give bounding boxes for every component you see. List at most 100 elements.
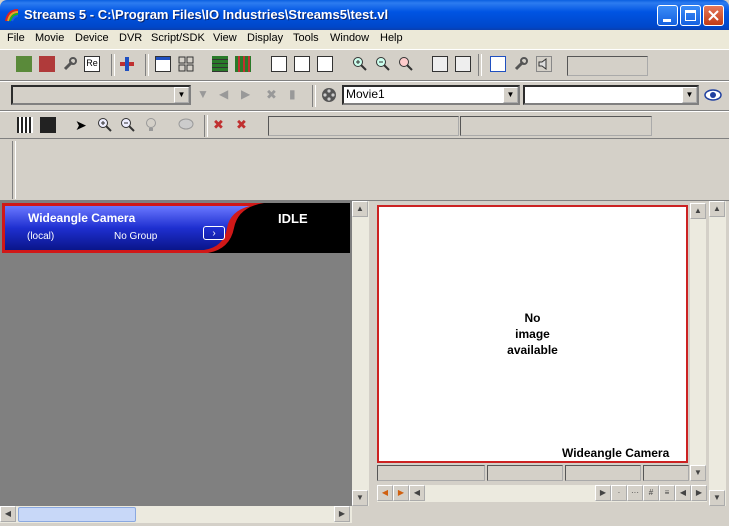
maximize-button[interactable] bbox=[680, 5, 701, 26]
scroll-up-icon[interactable]: ▲ bbox=[690, 203, 706, 219]
status-field-3 bbox=[377, 465, 485, 481]
menu-tools[interactable]: Tools bbox=[293, 32, 319, 44]
left-horizontal-scrollbar[interactable]: ◀ ▶ bbox=[0, 506, 352, 523]
camera-location: (local) bbox=[27, 231, 55, 242]
eye-icon[interactable] bbox=[704, 87, 722, 103]
minimize-icon bbox=[663, 19, 671, 22]
rainbow-app-icon[interactable] bbox=[4, 7, 20, 23]
zoom-out-tool-icon[interactable] bbox=[120, 117, 136, 133]
right-vertical-scrollbar[interactable]: ▲ ▼ bbox=[709, 201, 726, 506]
status-field-2 bbox=[460, 116, 652, 136]
play-icon[interactable]: ▶ bbox=[393, 485, 409, 501]
list-icon[interactable]: ≡ bbox=[659, 485, 675, 501]
view-toolbar: ➤ ✖ ✖ bbox=[0, 111, 729, 139]
camera-name: Wideangle Camera bbox=[28, 211, 136, 225]
menu-view[interactable]: View bbox=[213, 32, 237, 44]
trash-icon[interactable]: ▮ bbox=[289, 87, 305, 103]
movie-toolbar: ▼ ▼ ◀ ▶ ✖ ▮ Movie1 ▼ ▼ bbox=[0, 81, 729, 111]
window-title: Streams 5 - C:\Program Files\IO Industri… bbox=[24, 7, 389, 22]
list-red-icon[interactable] bbox=[235, 56, 251, 72]
scroll-down-icon[interactable]: ▼ bbox=[709, 490, 725, 506]
scroll-down-icon[interactable]: ▼ bbox=[690, 465, 706, 481]
re-button[interactable]: Re bbox=[84, 56, 100, 72]
menu-bar: File Movie Device DVR Script/SDK View Di… bbox=[0, 30, 729, 49]
wrench-icon[interactable] bbox=[62, 56, 78, 72]
forward-arrow-icon[interactable]: ▶ bbox=[241, 87, 257, 103]
dot-step-icon[interactable]: · bbox=[611, 485, 627, 501]
zoom-tool-icon[interactable] bbox=[97, 117, 113, 133]
frame-number-icon[interactable]: # bbox=[643, 485, 659, 501]
device-select[interactable]: ▼ bbox=[11, 85, 191, 105]
scroll-left-icon[interactable]: ◀ bbox=[0, 506, 16, 522]
single-view-icon[interactable] bbox=[155, 56, 171, 72]
menu-help[interactable]: Help bbox=[380, 32, 403, 44]
menu-device[interactable]: Device bbox=[75, 32, 109, 44]
close-button[interactable] bbox=[703, 5, 724, 26]
zoom-reset-icon[interactable] bbox=[398, 56, 414, 72]
menu-dvr[interactable]: DVR bbox=[119, 32, 142, 44]
maximize-icon bbox=[685, 10, 696, 21]
export-doc-icon[interactable] bbox=[271, 56, 287, 72]
menu-window[interactable]: Window bbox=[330, 32, 369, 44]
clapper-icon[interactable] bbox=[40, 117, 56, 133]
status-field-1 bbox=[268, 116, 459, 136]
scroll-thumb[interactable] bbox=[18, 507, 136, 522]
chevron-down-icon[interactable]: ▼ bbox=[503, 87, 518, 103]
chat-icon[interactable] bbox=[178, 117, 194, 133]
prev-page-icon[interactable]: ◀ bbox=[675, 485, 691, 501]
close-icon bbox=[708, 10, 719, 21]
scroll-corner bbox=[352, 506, 369, 523]
import-doc-icon[interactable] bbox=[317, 56, 333, 72]
chevron-down-icon[interactable]: ▼ bbox=[682, 87, 697, 103]
menu-file[interactable]: File bbox=[7, 32, 25, 44]
crop-blue-icon[interactable]: ✖ bbox=[236, 117, 252, 133]
zoom-out-icon[interactable] bbox=[375, 56, 391, 72]
scroll-right-icon[interactable]: ▶ bbox=[334, 506, 350, 522]
frame-scroll-right-icon[interactable]: ▶ bbox=[595, 485, 611, 501]
script-icon[interactable] bbox=[432, 56, 448, 72]
back-arrow-icon[interactable]: ◀ bbox=[219, 87, 235, 103]
plug-icon[interactable] bbox=[119, 56, 135, 72]
chevron-down-icon[interactable]: ▼ bbox=[174, 87, 189, 103]
lightbulb-icon[interactable] bbox=[143, 117, 159, 133]
image-camera-label: Wideangle Camera bbox=[562, 446, 670, 460]
dropdown-arrow-icon[interactable]: ▼ bbox=[197, 87, 213, 103]
speaker-icon[interactable] bbox=[536, 56, 552, 72]
camera-group: No Group bbox=[114, 231, 158, 242]
camera-green-icon[interactable] bbox=[16, 56, 32, 72]
menu-display[interactable]: Display bbox=[247, 32, 283, 44]
viewer-vertical-scrollbar[interactable]: ▲ ▼ bbox=[690, 203, 706, 481]
second-select[interactable]: ▼ bbox=[523, 85, 699, 105]
sdk-icon[interactable] bbox=[455, 56, 471, 72]
log-icon[interactable] bbox=[490, 56, 506, 72]
frame-scroll-left-icon[interactable]: ◀ bbox=[409, 485, 425, 501]
status-field-6 bbox=[643, 465, 689, 481]
camera-go-button[interactable]: › bbox=[203, 226, 225, 240]
delete-x-icon[interactable]: ✖ bbox=[266, 87, 282, 103]
camera-red-icon[interactable] bbox=[39, 56, 55, 72]
status-field-4 bbox=[487, 465, 563, 481]
separator bbox=[111, 54, 115, 76]
pointer-icon[interactable]: ➤ bbox=[75, 117, 91, 133]
dots-step-icon[interactable]: ··· bbox=[627, 485, 643, 501]
menu-movie[interactable]: Movie bbox=[35, 32, 64, 44]
grid-view-icon[interactable] bbox=[178, 56, 194, 72]
settings-wrench-icon[interactable] bbox=[513, 56, 529, 72]
copy-doc-icon[interactable] bbox=[294, 56, 310, 72]
scroll-up-icon[interactable]: ▲ bbox=[352, 201, 368, 217]
film-reel-icon[interactable] bbox=[321, 87, 337, 103]
movie-select[interactable]: Movie1 ▼ bbox=[342, 85, 520, 105]
left-vertical-scrollbar[interactable]: ▲ ▼ bbox=[352, 201, 369, 506]
crop-red-icon[interactable]: ✖ bbox=[213, 117, 229, 133]
zoom-in-icon[interactable] bbox=[352, 56, 368, 72]
next-page-icon[interactable]: ▶ bbox=[691, 485, 707, 501]
no-image-message: No image available bbox=[377, 310, 688, 358]
scroll-down-icon[interactable]: ▼ bbox=[352, 490, 368, 506]
filmstrip-icon[interactable] bbox=[17, 117, 33, 133]
dock-grip[interactable] bbox=[12, 141, 16, 199]
list-green-icon[interactable] bbox=[212, 56, 228, 72]
rewind-icon[interactable]: ◀ bbox=[377, 485, 393, 501]
scroll-up-icon[interactable]: ▲ bbox=[709, 201, 725, 217]
minimize-button[interactable] bbox=[657, 5, 678, 26]
menu-script-sdk[interactable]: Script/SDK bbox=[151, 32, 205, 44]
